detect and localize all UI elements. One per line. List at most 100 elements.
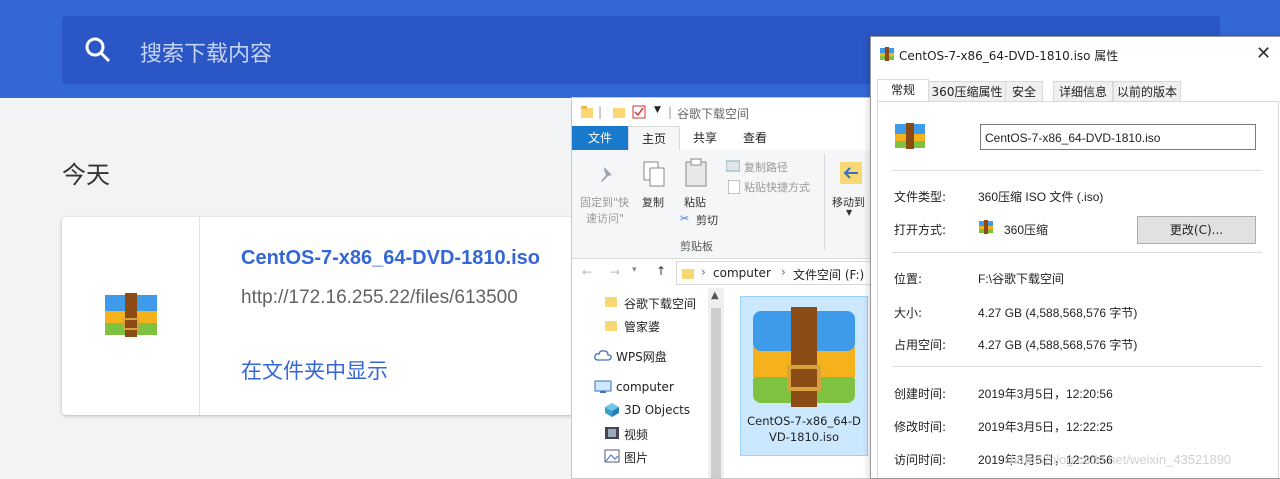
paste-shortcut-icon (728, 180, 740, 194)
download-url[interactable]: http://172.16.255.22/files/613500 (241, 287, 518, 309)
tab-360-properties[interactable]: 360压缩属性 (928, 81, 1006, 102)
tab-home[interactable]: 主页 (628, 126, 680, 151)
properties-check-icon[interactable] (632, 105, 646, 119)
nav-item-wps-drive[interactable]: WPS网盘 (616, 348, 667, 365)
modified-label: 修改时间: (894, 420, 947, 434)
section-date-heading: 今天 (62, 161, 110, 189)
video-icon (605, 427, 619, 439)
breadcrumb-drive[interactable]: 文件空间 (F:) (793, 266, 864, 283)
general-tab-panel: CentOS-7-x86_64-DVD-1810.iso 文件类型: 360压缩… (877, 101, 1279, 478)
paste-shortcut-button[interactable]: 粘贴快捷方式 (744, 179, 810, 195)
created-label: 创建时间: (894, 387, 947, 401)
folder-icon (605, 297, 617, 307)
pin-icon[interactable] (596, 164, 618, 186)
copy-path-button[interactable]: 复制路径 (744, 159, 788, 175)
3d-objects-icon (605, 403, 619, 417)
explorer-titlebar: | ▼ | 谷歌下载空间 (572, 98, 872, 126)
nav-item-3d-objects[interactable]: 3D Objects (624, 403, 690, 417)
nav-item-computer[interactable]: computer (616, 380, 674, 394)
open-with-value: 360压缩 (1004, 223, 1049, 237)
tab-security[interactable]: 安全 (1005, 81, 1043, 102)
address-box[interactable]: › computer › 文件空间 (F:) (676, 261, 872, 285)
filename-field[interactable]: CentOS-7-x86_64-DVD-1810.iso (980, 124, 1256, 150)
forward-arrow-icon[interactable]: → (610, 265, 620, 279)
download-icon-column (62, 217, 200, 415)
tab-details[interactable]: 详细信息 (1053, 81, 1113, 102)
pin-quick-access-label-2: 速访问" (586, 212, 625, 225)
folder-icon (581, 106, 593, 118)
size-on-disk-value: 4.27 GB (4,588,568,576 字节) (978, 338, 1138, 352)
ribbon-tabs: 文件 主页 共享 查看 (572, 126, 872, 151)
nav-item-videos[interactable]: 视频 (624, 426, 648, 443)
up-arrow-icon[interactable]: ↑ (656, 264, 666, 278)
scroll-thumb[interactable] (711, 308, 721, 478)
recent-chevron-icon[interactable]: ▾ (632, 265, 637, 275)
properties-dialog: CentOS-7-x86_64-DVD-1810.iso 属性 ✕ 常规 360… (870, 36, 1280, 479)
show-in-folder-link[interactable]: 在文件夹中显示 (241, 355, 388, 385)
dialog-title: CentOS-7-x86_64-DVD-1810.iso 属性 (899, 49, 1119, 63)
dialog-titlebar: CentOS-7-x86_64-DVD-1810.iso 属性 ✕ (871, 37, 1280, 71)
change-button[interactable]: 更改(C)... (1137, 216, 1256, 244)
file-tile-name-line-1: CentOS-7-x86_64-D (747, 414, 861, 428)
divider: | (598, 105, 603, 119)
window-title: 谷歌下载空间 (677, 107, 750, 121)
archive-file-icon (105, 293, 157, 337)
copy-path-icon (726, 160, 740, 172)
address-bar-row: ← → ▾ ↑ › computer › 文件空间 (F:) (572, 260, 872, 286)
size-on-disk-label: 占用空间: (894, 338, 947, 352)
search-input[interactable]: 搜索下载内容 (140, 36, 272, 68)
tab-previous-versions[interactable]: 以前的版本 (1113, 81, 1181, 102)
breadcrumb-separator: › (781, 265, 786, 279)
nav-item-google-downloads[interactable]: 谷歌下载空间 (624, 295, 696, 312)
type-label: 文件类型: (894, 190, 947, 204)
folder-icon (682, 269, 694, 279)
size-value: 4.27 GB (4,588,568,576 字节) (978, 306, 1138, 320)
breadcrumb-computer[interactable]: computer (713, 266, 771, 280)
file-list-pane: CentOS-7-x86_64-D VD-1810.iso (724, 288, 872, 478)
size-label: 大小: (894, 306, 923, 320)
move-to-icon[interactable] (838, 158, 864, 188)
download-filename-link[interactable]: CentOS-7-x86_64-DVD-1810.iso (241, 247, 540, 270)
download-item-card: CentOS-7-x86_64-DVD-1810.iso http://172.… (62, 217, 622, 415)
search-icon (85, 37, 111, 63)
ribbon-home: 固定到"快 速访问" 复制 粘贴 复制路径 粘贴快捷方式 ✂ 剪切 剪贴板 移动… (572, 150, 872, 259)
location-value: F:\谷歌下载空间 (978, 272, 1064, 286)
accessed-label: 访问时间: (894, 453, 947, 467)
copy-button[interactable]: 复制 (642, 194, 664, 210)
ribbon-divider (824, 154, 825, 250)
chevron-down-icon[interactable]: ▼ (654, 105, 661, 115)
archive-file-icon (979, 220, 993, 234)
file-explorer-window: | ▼ | 谷歌下载空间 文件 主页 共享 查看 固定到"快 速访问" 复制 粘… (571, 97, 873, 479)
file-tile[interactable]: CentOS-7-x86_64-D VD-1810.iso (740, 296, 868, 456)
paste-button[interactable]: 粘贴 (684, 194, 706, 210)
modified-value: 2019年3月5日，12:22:25 (978, 420, 1113, 434)
computer-icon (594, 380, 612, 393)
divider (892, 170, 1262, 171)
navigation-pane: 谷歌下载空间 管家婆 WPS网盘 computer 3D Objects 视频 … (572, 288, 724, 478)
scroll-up-icon[interactable]: ▲ (711, 290, 719, 301)
clipboard-group-label: 剪贴板 (680, 240, 713, 253)
pin-quick-access-label[interactable]: 固定到"快 (580, 194, 629, 210)
breadcrumb-separator: › (701, 265, 706, 279)
divider: | (668, 105, 673, 119)
chevron-down-icon[interactable]: ▼ (846, 208, 852, 217)
copy-icon[interactable] (642, 160, 666, 188)
back-arrow-icon[interactable]: ← (582, 265, 592, 279)
tab-view[interactable]: 查看 (730, 126, 780, 150)
scissors-icon: ✂ (680, 212, 690, 225)
cut-button[interactable]: 剪切 (696, 212, 718, 228)
close-icon[interactable]: ✕ (1256, 43, 1271, 64)
nav-scrollbar[interactable]: ▲ (708, 288, 724, 478)
file-tile-name: CentOS-7-x86_64-D VD-1810.iso (741, 413, 867, 445)
nav-item-guanjiapo[interactable]: 管家婆 (624, 318, 660, 335)
cloud-icon (594, 350, 612, 361)
tab-share[interactable]: 共享 (680, 126, 730, 150)
watermark: https://blog.csdn.net/weixin_43521890 (1010, 452, 1232, 467)
tab-file[interactable]: 文件 (572, 126, 628, 150)
file-tile-name-line-2: VD-1810.iso (768, 430, 840, 444)
tab-general[interactable]: 常规 (877, 79, 929, 103)
dialog-tabs: 常规 360压缩属性 安全 详细信息 以前的版本 (877, 79, 1277, 103)
nav-item-pictures[interactable]: 图片 (624, 449, 648, 466)
paste-icon[interactable] (684, 158, 708, 188)
new-folder-icon[interactable] (612, 105, 626, 119)
